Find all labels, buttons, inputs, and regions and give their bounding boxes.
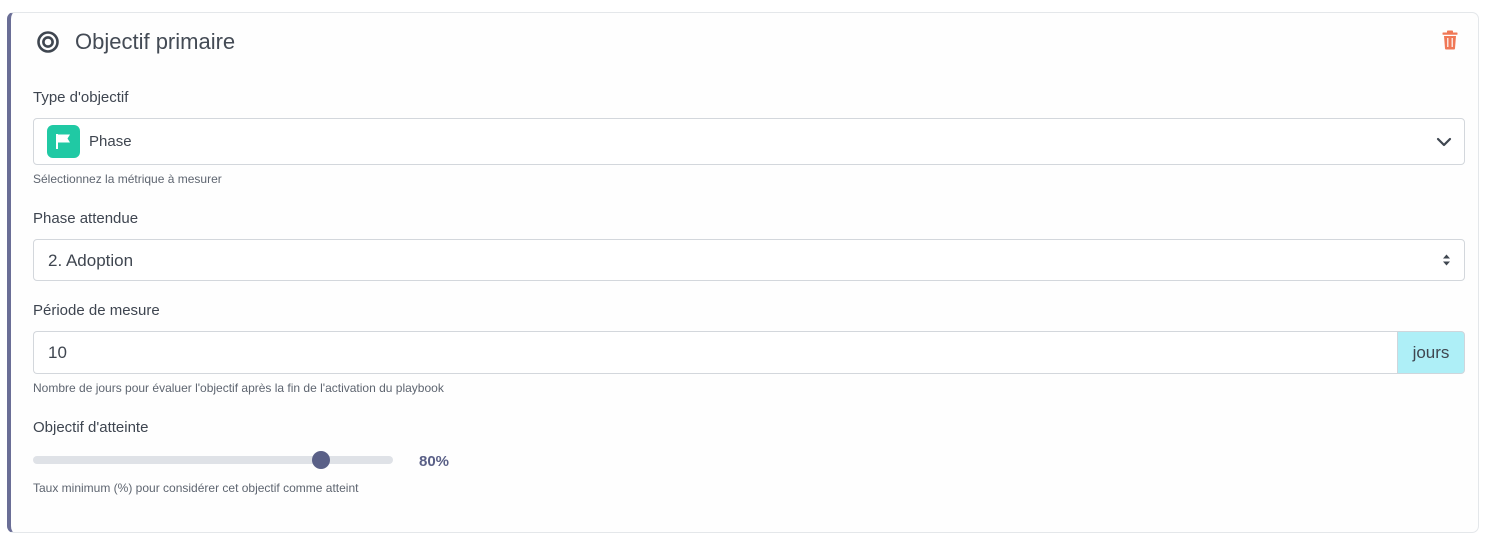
- flag-icon: [47, 125, 80, 158]
- target-rate-help: Taux minimum (%) pour considérer cet obj…: [33, 481, 359, 495]
- objective-type-select[interactable]: Phase: [33, 118, 1465, 165]
- expected-phase-select[interactable]: 2. Adoption: [33, 239, 1465, 281]
- objective-type-label: Type d'objectif: [33, 89, 129, 106]
- measure-period-help: Nombre de jours pour évaluer l'objectif …: [33, 381, 444, 395]
- measure-period-input[interactable]: [33, 331, 1398, 374]
- objective-card: Objectif primaire Type d'objectif Phase …: [7, 12, 1479, 533]
- slider-handle[interactable]: [312, 451, 330, 469]
- chevron-down-icon: [1436, 134, 1452, 155]
- expected-phase-label: Phase attendue: [33, 210, 139, 227]
- trash-icon[interactable]: [1442, 30, 1458, 50]
- objective-type-help: Sélectionnez la métrique à mesurer: [33, 172, 222, 186]
- target-rate-value: 80%: [419, 453, 450, 470]
- objective-type-value: Phase: [89, 133, 132, 150]
- measure-period-label: Période de mesure: [33, 302, 160, 319]
- select-updown-icon: [1442, 253, 1451, 272]
- measure-period-unit: jours: [1397, 331, 1465, 374]
- target-icon: [36, 30, 60, 54]
- target-rate-label: Objectif d'atteinte: [33, 419, 149, 436]
- card-title: Objectif primaire: [75, 29, 236, 54]
- target-rate-slider[interactable]: [33, 451, 393, 469]
- expected-phase-value: 2. Adoption: [48, 251, 134, 270]
